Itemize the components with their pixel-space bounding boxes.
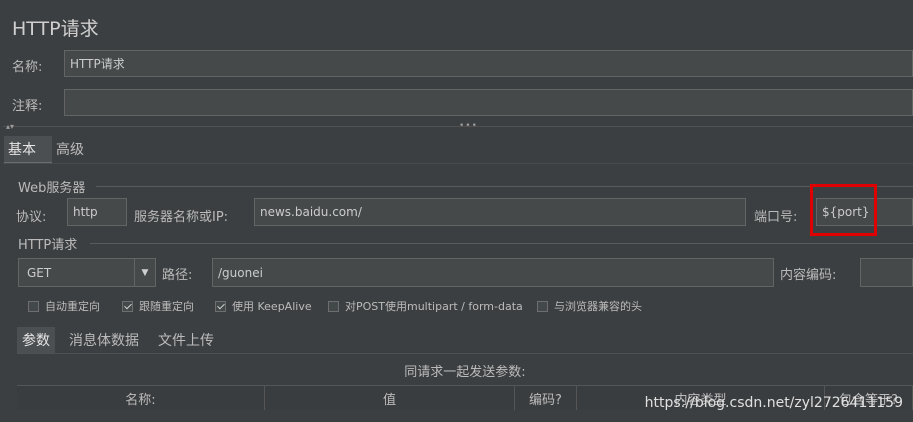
method-value: GET (27, 265, 52, 280)
name-label: 名称: (12, 60, 43, 75)
server-value: news.baidu.com/ (260, 205, 362, 219)
collapse-arrows-icon[interactable]: ▴▾ (6, 122, 14, 131)
tab-basic[interactable]: 基本 (4, 136, 52, 164)
path-label: 路径: (162, 268, 193, 283)
watermark-text: https://blog.csdn.net/zyl2726411159 (644, 395, 903, 411)
column-header-encode[interactable]: 编码? (515, 386, 577, 410)
http-request-section-line (90, 243, 913, 244)
column-header-value[interactable]: 值 (265, 386, 515, 410)
multipart-checkbox[interactable] (328, 300, 339, 312)
web-server-section-line (96, 186, 913, 187)
encoding-input[interactable] (860, 258, 913, 287)
server-input[interactable]: news.baidu.com/ (254, 198, 746, 226)
option-browser-headers[interactable]: 与浏览器兼容的头 (537, 298, 642, 314)
keepalive-label: 使用 KeepAlive (232, 300, 312, 313)
comment-input[interactable] (64, 89, 913, 116)
tab-parameters[interactable]: 参数 (17, 327, 55, 353)
protocol-value: http (73, 205, 98, 219)
path-input[interactable]: /guonei (212, 258, 774, 287)
protocol-label: 协议: (16, 210, 47, 225)
page-title: HTTP请求 (12, 18, 99, 40)
tab-divider (3, 163, 913, 164)
browser-headers-checkbox[interactable] (537, 300, 548, 312)
auto-redirect-checkbox[interactable] (28, 300, 39, 312)
follow-redirect-label: 跟随重定向 (139, 300, 194, 313)
option-multipart[interactable]: 对POST使用multipart / form-data (328, 298, 523, 314)
column-header-name[interactable]: 名称: (17, 386, 265, 410)
web-server-section-title: Web服务器 (18, 181, 86, 196)
http-request-section-title: HTTP请求 (18, 238, 78, 253)
multipart-label: 对POST使用multipart / form-data (345, 300, 523, 313)
method-select[interactable]: GET ▼ (18, 258, 156, 287)
param-tab-divider (17, 353, 913, 354)
tab-advanced[interactable]: 高级 (52, 136, 88, 162)
protocol-input[interactable]: http (67, 198, 127, 226)
tab-file-upload[interactable]: 文件上传 (153, 327, 219, 353)
follow-redirect-checkbox[interactable] (122, 300, 133, 312)
params-caption: 同请求一起发送参数: (404, 364, 526, 380)
option-keepalive[interactable]: 使用 KeepAlive (215, 298, 312, 314)
port-label: 端口号: (754, 210, 798, 225)
splitter[interactable] (3, 126, 913, 127)
option-auto-redirect[interactable]: 自动重定向 (28, 298, 100, 314)
name-input-value: HTTP请求 (70, 57, 125, 71)
tab-body-data[interactable]: 消息体数据 (64, 327, 144, 353)
drag-handle-icon[interactable]: ••• (459, 121, 478, 131)
browser-headers-label: 与浏览器兼容的头 (554, 300, 642, 313)
option-follow-redirect[interactable]: 跟随重定向 (122, 298, 194, 314)
encoding-label: 内容编码: (780, 268, 837, 283)
server-label: 服务器名称或IP: (134, 210, 229, 225)
name-input[interactable]: HTTP请求 (64, 50, 913, 77)
auto-redirect-label: 自动重定向 (45, 300, 100, 313)
port-highlight-box (810, 184, 877, 236)
keepalive-checkbox[interactable] (215, 300, 226, 312)
path-value: /guonei (218, 265, 263, 280)
chevron-down-icon[interactable]: ▼ (134, 259, 155, 286)
comment-label: 注释: (12, 99, 43, 114)
